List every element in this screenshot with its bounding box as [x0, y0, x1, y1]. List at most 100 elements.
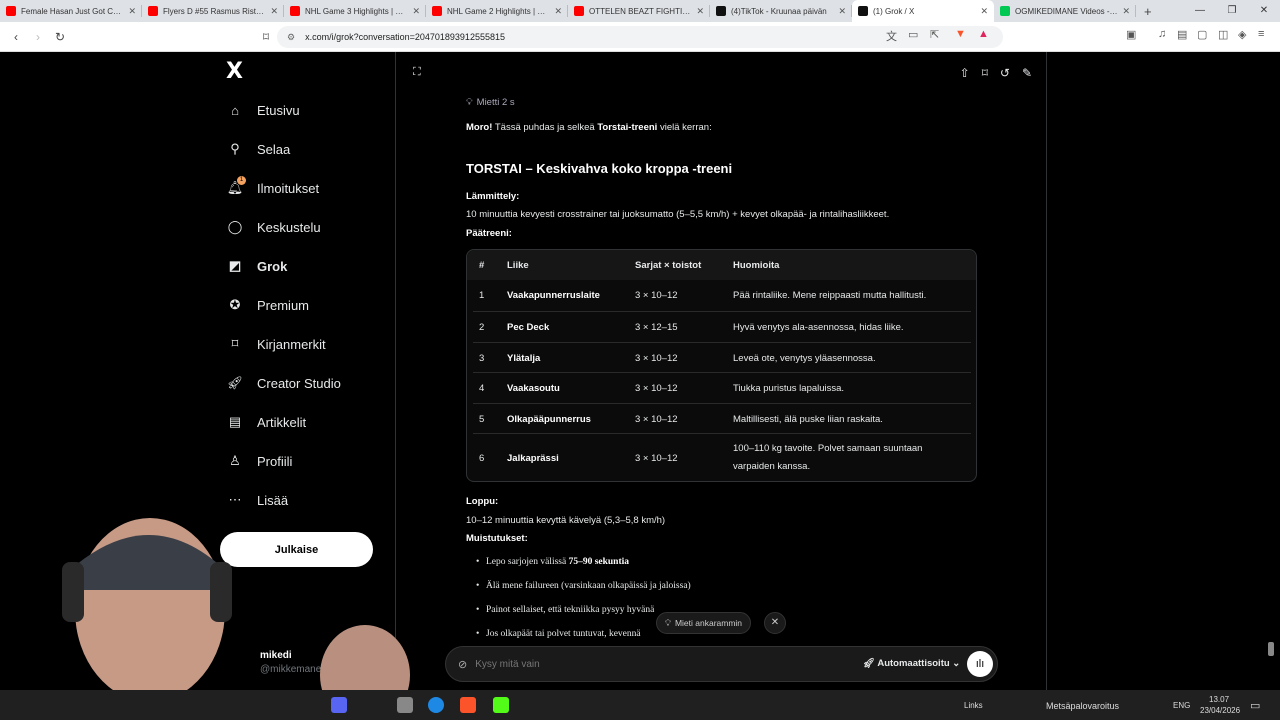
browser-tab[interactable]: Female Hasan Just Got Comp ✕ — [0, 0, 142, 22]
translate-icon[interactable]: 文 — [886, 28, 897, 44]
close-tab-icon[interactable]: ✕ — [838, 6, 846, 17]
browser-tab[interactable]: (1) Grok / X ✕ — [852, 0, 994, 22]
reminder-item: Painot sellaiset, että tekniikka pysyy h… — [476, 605, 655, 615]
dismiss-chip-button[interactable]: ✕ — [764, 612, 786, 634]
reader-icon[interactable]: ▤ — [1177, 28, 1187, 41]
voice-mode-button[interactable]: ılı — [967, 651, 993, 677]
sidebar-item-label: Grok — [257, 258, 288, 274]
expand-icon[interactable]: ⛶ — [413, 66, 421, 79]
bookmark-chat-icon[interactable]: ⌑ — [982, 66, 988, 80]
share-icon[interactable]: ⇱ — [930, 28, 939, 41]
close-tab-icon[interactable]: ✕ — [1122, 6, 1130, 17]
sets-reps: 3 × 10–12 — [635, 383, 678, 394]
tab-title: Female Hasan Just Got Comp — [21, 6, 125, 16]
maximize-icon[interactable]: ❐ — [1216, 0, 1248, 22]
weather-alert[interactable]: Metsäpalovaroitus — [1046, 701, 1119, 711]
extensions-icon[interactable]: ◫ — [1218, 28, 1228, 41]
rocket-icon: 🚀︎ — [863, 658, 878, 669]
browser-tab[interactable]: NHL Game 2 Highlights | Duck ✕ — [426, 0, 568, 22]
browser-tab[interactable]: (4)TikTok - Kruunaa päivän ✕ — [710, 0, 852, 22]
table-row: 4 Vaakasoutu 3 × 10–12 Tiukka puristus l… — [473, 372, 971, 402]
clock-date[interactable]: 23/04/2026 — [1200, 706, 1240, 715]
minimize-icon[interactable]: — — [1184, 0, 1216, 22]
close-tab-icon[interactable]: ✕ — [980, 6, 988, 17]
history-icon[interactable]: ↺ — [1000, 66, 1010, 80]
user-account[interactable]: mikedi @mikkemane — [260, 650, 321, 675]
kick-icon[interactable] — [493, 697, 509, 713]
sidebar-item-kirjanmerkit[interactable]: ⌑ Kirjanmerkit — [226, 332, 326, 356]
clock-time[interactable]: 13.07 — [1209, 695, 1229, 704]
close-tab-icon[interactable]: ✕ — [554, 6, 562, 17]
sidebar-item-etusivu[interactable]: ⌂ Etusivu — [226, 98, 300, 122]
browser-tab[interactable]: OTTELEN BEAZT FIGHTISSA! - ✕ — [568, 0, 710, 22]
cast-icon[interactable]: ▭ — [908, 28, 918, 41]
tab-favicon-icon — [290, 6, 300, 16]
links-toolbar[interactable]: Links — [964, 701, 983, 710]
browser-tab[interactable]: OGMIKEDIMANE Videos - Wat ✕ — [994, 0, 1136, 22]
sidebar-item-lisää[interactable]: ⋯ Lisää — [226, 488, 289, 512]
language-indicator[interactable]: ENG — [1173, 701, 1190, 710]
reminder-text: Painot sellaiset, että tekniikka pysyy h… — [486, 605, 655, 615]
sidebar-toggle-icon[interactable]: ▣ — [1126, 28, 1136, 41]
think-harder-chip[interactable]: 💡︎ Mieti ankarammin — [656, 612, 752, 634]
chat-composer: ⊘ 🚀︎ Automaattisoitu ⌄ ılı — [445, 646, 998, 682]
thinking-indicator[interactable]: 💡︎ Mietti 2 s — [466, 97, 515, 108]
x-logo[interactable]: X — [226, 59, 243, 84]
bookmark-page-icon[interactable]: ⌑ — [256, 30, 276, 44]
tab-favicon-icon — [148, 6, 158, 16]
sidebar-item-keskustelu[interactable]: ◯ Keskustelu — [226, 215, 321, 239]
sets-reps: 3 × 10–12 — [635, 453, 678, 464]
edge-icon[interactable] — [428, 697, 444, 713]
exercise-note: Hyvä venytys ala-asennossa, hidas liike. — [733, 322, 904, 333]
thinking-text: Mietti 2 s — [476, 97, 515, 108]
reload-icon[interactable]: ↻ — [50, 30, 70, 44]
scrollbar[interactable] — [1268, 642, 1274, 656]
sidebar-item-creator-studio[interactable]: 🚀︎ Creator Studio — [226, 371, 341, 395]
tab-favicon-icon — [574, 6, 584, 16]
forward-icon[interactable]: › — [28, 30, 48, 44]
browser-tab[interactable]: NHL Game 3 Highlights | Peng ✕ — [284, 0, 426, 22]
media-icon[interactable]: ♫ — [1158, 28, 1166, 40]
menu-icon[interactable]: ≡ — [1258, 28, 1264, 40]
new-tab-button[interactable]: + — [1144, 4, 1152, 19]
discord-icon[interactable] — [331, 697, 347, 713]
back-icon[interactable]: ‹ — [6, 30, 26, 44]
site-info-icon[interactable]: ⚙ — [287, 32, 295, 43]
browser-tab[interactable]: Flyers D #55 Rasmus Ristolaine ✕ — [142, 0, 284, 22]
sidebar-item-label: Lisää — [257, 492, 289, 508]
user-name: mikedi — [260, 650, 292, 661]
close-tab-icon[interactable]: ✕ — [412, 6, 420, 17]
premium-icon: ✪ — [229, 297, 241, 312]
brave-shield-icon[interactable]: ▼ — [955, 28, 966, 40]
share-chat-icon[interactable]: ⇧ — [960, 66, 970, 80]
close-tab-icon[interactable]: ✕ — [128, 6, 136, 17]
mode-selector[interactable]: 🚀︎ Automaattisoitu ⌄ — [863, 658, 960, 669]
lightbulb-icon: 💡︎ — [665, 617, 671, 628]
close-tab-icon[interactable]: ✕ — [270, 6, 278, 17]
notifications-icon[interactable]: ▭ — [1250, 699, 1260, 712]
prompt-input[interactable] — [475, 658, 836, 670]
brave-icon[interactable] — [460, 697, 476, 713]
sets-reps: 3 × 10–12 — [635, 353, 678, 364]
chat-toolbar: ⇧ ⌑ ↺ ✎ — [960, 66, 1032, 80]
row-number: 4 — [479, 383, 485, 394]
app-icon[interactable] — [397, 697, 413, 713]
brave-rewards-icon[interactable]: ▲ — [978, 28, 989, 40]
attach-icon[interactable]: ⊘ — [458, 658, 467, 671]
sidebar-item-selaa[interactable]: ⚲ Selaa — [226, 137, 290, 161]
post-button[interactable]: Julkaise — [220, 532, 373, 567]
vpn-icon[interactable]: ◈ — [1238, 28, 1246, 41]
sidebar-item-ilmoitukset[interactable]: 🔔︎ 1 Ilmoitukset — [226, 176, 319, 200]
close-tab-icon[interactable]: ✕ — [696, 6, 704, 17]
sidebar-item-grok[interactable]: ◩ Grok — [226, 254, 288, 278]
sidebar-item-profiili[interactable]: ♙ Profiili — [226, 449, 292, 473]
user-handle: @mikkemane — [260, 664, 322, 675]
close-window-icon[interactable]: ✕ — [1248, 0, 1280, 22]
new-chat-icon[interactable]: ✎ — [1022, 66, 1032, 80]
wallet-icon[interactable]: ▢ — [1197, 28, 1207, 41]
sets-reps: 3 × 10–12 — [635, 290, 678, 301]
table-row: 5 Olkapääpunnerrus 3 × 10–12 Maltillises… — [473, 403, 971, 433]
sidebar-item-artikkelit[interactable]: ▤ Artikkelit — [226, 410, 306, 434]
sidebar-item-premium[interactable]: ✪ Premium — [226, 293, 309, 317]
exercise-name: Vaakapunnerruslaite — [507, 290, 600, 301]
